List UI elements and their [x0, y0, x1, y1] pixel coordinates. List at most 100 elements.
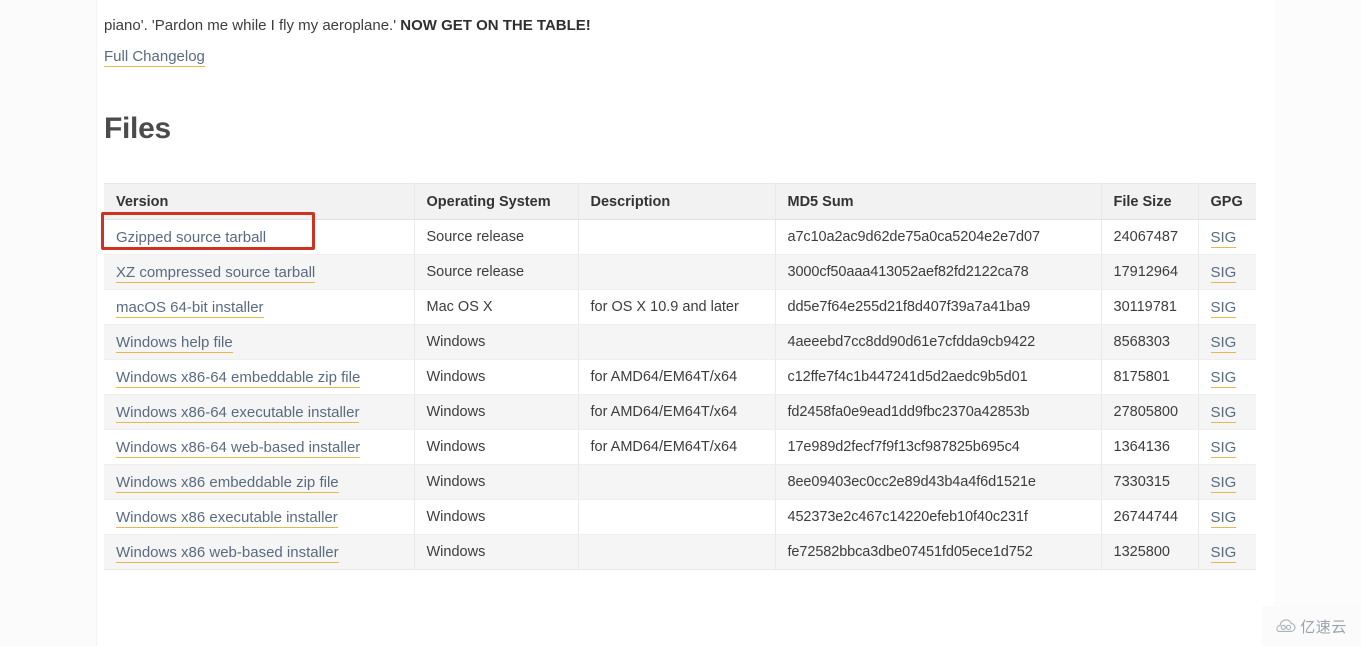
cell-gpg: SIG: [1198, 254, 1256, 290]
files-table-body: Gzipped source tarball Source release a7c1…: [104, 219, 1256, 570]
version-download-link[interactable]: Windows x86 web-based installer: [116, 543, 339, 563]
cell-description: for AMD64/EM64T/x64: [578, 429, 776, 465]
cell-operating-system: Source release: [414, 254, 579, 290]
watermark-text: 亿速云: [1300, 617, 1347, 636]
version-download-link[interactable]: XZ compressed source tarball: [116, 263, 316, 283]
cell-file-size: 8568303: [1101, 324, 1199, 360]
cell-description: [578, 219, 776, 255]
cell-file-size: 24067487: [1101, 219, 1199, 255]
table-row: Windows x86 web-based installer Windows fe…: [104, 534, 1256, 570]
cell-md5-sum: 8ee09403ec0cc2e89d43b4a4f6d1521e: [775, 464, 1102, 500]
table-row: XZ compressed source tarball Source relea…: [104, 254, 1256, 290]
cell-gpg: SIG: [1198, 394, 1256, 430]
table-row: Windows x86-64 embeddable zip file Window…: [104, 359, 1256, 395]
table-row: Windows x86-64 executable installer Windo…: [104, 394, 1256, 430]
version-download-link[interactable]: Windows x86 executable installer: [116, 508, 338, 528]
cell-description: [578, 254, 776, 290]
column-header-md5: MD5 Sum: [775, 183, 1102, 220]
cell-file-size: 1364136: [1101, 429, 1199, 465]
gpg-signature-link[interactable]: SIG: [1210, 263, 1237, 283]
cell-md5-sum: dd5e7f64e255d21f8d407f39a7a41ba9: [775, 289, 1102, 325]
intro-text: piano'. 'Pardon me while I fly my aeropl…: [104, 17, 401, 34]
watermark: 亿速云: [1262, 606, 1361, 646]
cell-md5-sum: fe72582bbca3dbe07451fd05ece1d752: [775, 534, 1102, 570]
files-table-head: Version Operating System Description MD5…: [104, 183, 1256, 220]
files-heading: Files: [104, 112, 171, 145]
gpg-signature-link[interactable]: SIG: [1210, 473, 1237, 493]
cell-gpg: SIG: [1198, 499, 1256, 535]
gpg-signature-link[interactable]: SIG: [1210, 228, 1237, 248]
cell-gpg: SIG: [1198, 289, 1256, 325]
cell-operating-system: Windows: [414, 359, 579, 395]
table-row: Windows x86-64 web-based installer Window…: [104, 429, 1256, 465]
cell-version: macOS 64-bit installer: [104, 289, 415, 325]
cell-gpg: SIG: [1198, 464, 1256, 500]
gpg-signature-link[interactable]: SIG: [1210, 368, 1237, 388]
cell-md5-sum: fd2458fa0e9ead1dd9fbc2370a42853b: [775, 394, 1102, 430]
cell-gpg: SIG: [1198, 359, 1256, 395]
gpg-signature-link[interactable]: SIG: [1210, 438, 1237, 458]
version-download-link[interactable]: macOS 64-bit installer: [116, 298, 264, 318]
version-download-link[interactable]: Gzipped source tarball: [116, 228, 267, 248]
version-download-link[interactable]: Windows help file: [116, 333, 233, 353]
cell-file-size: 8175801: [1101, 359, 1199, 395]
cloud-icon: [1276, 619, 1296, 632]
cell-description: for OS X 10.9 and later: [578, 289, 776, 325]
cell-operating-system: Source release: [414, 219, 579, 255]
cell-version: Windows x86 embeddable zip file: [104, 464, 415, 500]
column-header-filesize: File Size: [1101, 183, 1199, 220]
table-row: Windows help file Windows 4aeeebd7cc8dd90d…: [104, 324, 1256, 360]
gpg-signature-link[interactable]: SIG: [1210, 333, 1237, 353]
page-right-gutter: [1275, 0, 1361, 646]
cell-operating-system: Mac OS X: [414, 289, 579, 325]
cell-version: Windows x86 executable installer: [104, 499, 415, 535]
cell-description: for AMD64/EM64T/x64: [578, 394, 776, 430]
gpg-signature-link[interactable]: SIG: [1210, 298, 1237, 318]
cell-operating-system: Windows: [414, 324, 579, 360]
cell-gpg: SIG: [1198, 324, 1256, 360]
cell-description: [578, 464, 776, 500]
cell-description: [578, 324, 776, 360]
column-header-version: Version: [104, 183, 415, 220]
cell-file-size: 1325800: [1101, 534, 1199, 570]
version-download-link[interactable]: Windows x86-64 web-based installer: [116, 438, 361, 458]
column-header-os: Operating System: [414, 183, 579, 220]
cell-md5-sum: 3000cf50aaa413052aef82fd2122ca78: [775, 254, 1102, 290]
cell-version: Windows x86-64 embeddable zip file: [104, 359, 415, 395]
cell-file-size: 26744744: [1101, 499, 1199, 535]
version-download-link[interactable]: Windows x86-64 executable installer: [116, 403, 360, 423]
column-header-description: Description: [578, 183, 776, 220]
column-header-gpg: GPG: [1198, 183, 1256, 220]
cell-version: Gzipped source tarball: [104, 219, 415, 255]
cell-version: XZ compressed source tarball: [104, 254, 415, 290]
cell-gpg: SIG: [1198, 219, 1256, 255]
cell-version: Windows x86-64 executable installer: [104, 394, 415, 430]
full-changelog-link[interactable]: Full Changelog: [104, 48, 205, 67]
table-row: macOS 64-bit installer Mac OS Xfor OS X 1…: [104, 289, 1256, 325]
version-download-link[interactable]: Windows x86-64 embeddable zip file: [116, 368, 361, 388]
changelog-link-container: Full Changelog: [104, 48, 205, 67]
table-row: Gzipped source tarball Source release a7c1…: [104, 219, 1256, 255]
cell-md5-sum: 452373e2c467c14220efeb10f40c231f: [775, 499, 1102, 535]
cell-gpg: SIG: [1198, 429, 1256, 465]
cell-operating-system: Windows: [414, 394, 579, 430]
cell-operating-system: Windows: [414, 429, 579, 465]
cell-operating-system: Windows: [414, 499, 579, 535]
cell-md5-sum: 4aeeebd7cc8dd90d61e7cfdda9cb9422: [775, 324, 1102, 360]
gpg-signature-link[interactable]: SIG: [1210, 403, 1237, 423]
cell-operating-system: Windows: [414, 464, 579, 500]
gpg-signature-link[interactable]: SIG: [1210, 543, 1237, 563]
cell-file-size: 17912964: [1101, 254, 1199, 290]
files-table-container: Version Operating System Description MD5…: [104, 183, 1256, 570]
cell-md5-sum: 17e989d2fecf7f9f13cf987825b695c4: [775, 429, 1102, 465]
intro-paragraph: piano'. 'Pardon me while I fly my aeropl…: [104, 15, 1154, 37]
gpg-signature-link[interactable]: SIG: [1210, 508, 1237, 528]
version-download-link[interactable]: Windows x86 embeddable zip file: [116, 473, 339, 493]
cell-version: Windows x86 web-based installer: [104, 534, 415, 570]
files-table: Version Operating System Description MD5…: [104, 183, 1256, 570]
cell-file-size: 7330315: [1101, 464, 1199, 500]
cell-version: Windows help file: [104, 324, 415, 360]
cell-description: [578, 499, 776, 535]
page-left-gutter: [0, 0, 97, 646]
cell-description: [578, 534, 776, 570]
